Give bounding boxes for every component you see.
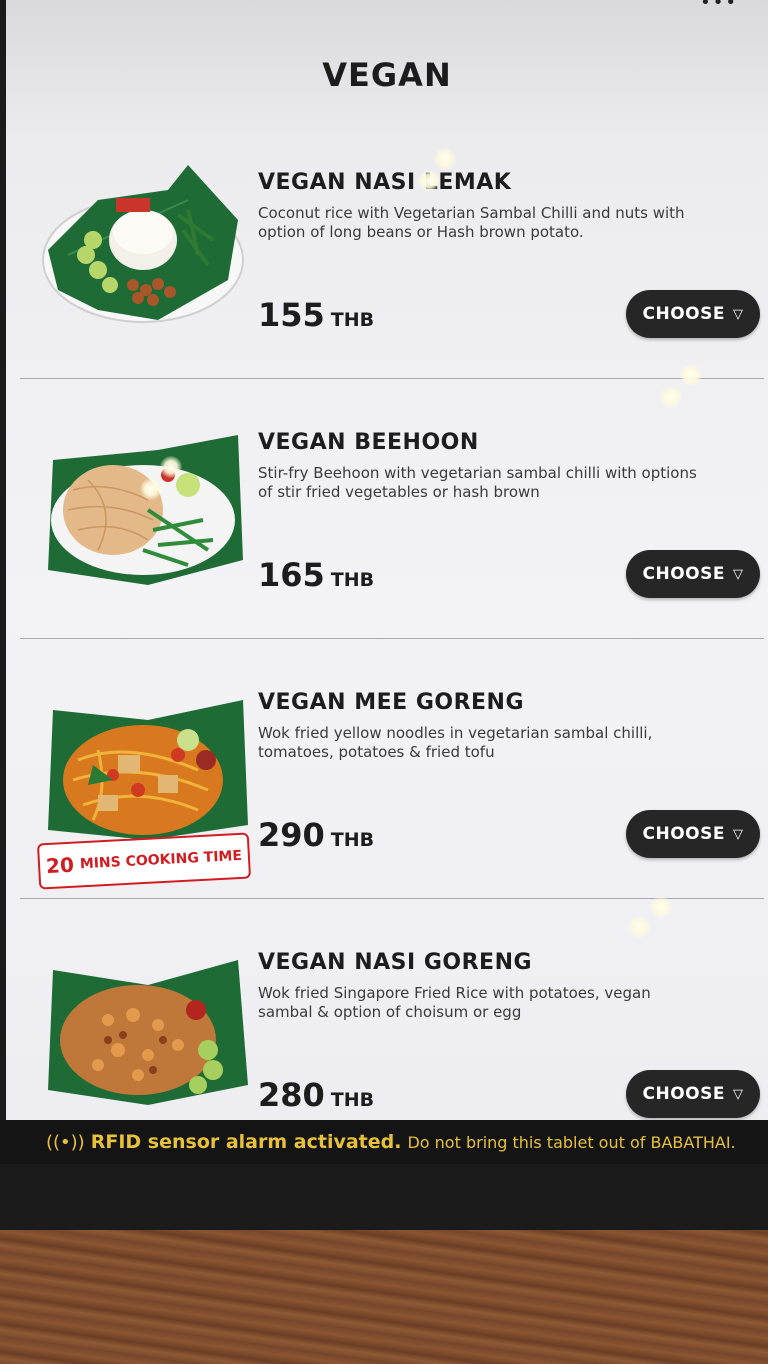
choose-label: CHOOSE bbox=[642, 304, 725, 324]
dish-card-mee-goreng: 20 MINS COOKING TIME VEGAN MEE GORENG Wo… bbox=[20, 640, 764, 898]
chevron-down-icon: ▽ bbox=[732, 826, 744, 842]
cooking-time-badge: 20 MINS COOKING TIME bbox=[36, 832, 252, 890]
badge-text: MINS COOKING TIME bbox=[79, 847, 243, 873]
dish-description: Wok fried Singapore Fried Rice with pota… bbox=[258, 984, 651, 1021]
dish-name: VEGAN NASI LEMAK bbox=[258, 170, 512, 195]
page-title: VEGAN bbox=[322, 56, 452, 94]
light-glare bbox=[434, 148, 456, 170]
tablet-frame: ••• VEGAN VEGAN NASI LEMAK Coconut rice … bbox=[0, 0, 768, 1230]
rfid-signal-icon: ((•)) bbox=[46, 1131, 85, 1153]
dish-name: VEGAN NASI GORENG bbox=[258, 950, 533, 975]
mee-goreng-image bbox=[48, 700, 248, 840]
price-currency: THB bbox=[330, 1089, 375, 1111]
more-icon[interactable]: ••• bbox=[700, 0, 738, 13]
divider bbox=[20, 638, 764, 639]
light-glare bbox=[418, 170, 440, 192]
choose-button-nasi-goreng[interactable]: CHOOSE ▽ bbox=[626, 1070, 760, 1118]
price-currency: THB bbox=[330, 309, 375, 331]
light-glare bbox=[650, 896, 672, 918]
price-amount: 290 bbox=[258, 816, 325, 854]
dish-card-beehoon: VEGAN BEEHOON Stir-fry Beehoon with vege… bbox=[20, 380, 764, 638]
choose-button-nasi-lemak[interactable]: CHOOSE ▽ bbox=[626, 290, 760, 338]
menu-screen: ••• VEGAN VEGAN NASI LEMAK Coconut rice … bbox=[6, 0, 768, 1120]
price-currency: THB bbox=[330, 569, 375, 591]
dish-name: VEGAN BEEHOON bbox=[258, 430, 479, 455]
beehoon-image bbox=[48, 435, 243, 585]
price-amount: 165 bbox=[258, 556, 325, 594]
choose-button-mee-goreng[interactable]: CHOOSE ▽ bbox=[626, 810, 760, 858]
dish-card-nasi-goreng: VEGAN NASI GORENG Wok fried Singapore Fr… bbox=[20, 900, 764, 1120]
light-glare bbox=[140, 478, 162, 500]
nasi-goreng-image bbox=[48, 960, 248, 1105]
dish-description: Stir-fry Beehoon with vegetarian sambal … bbox=[258, 464, 697, 501]
choose-label: CHOOSE bbox=[642, 564, 725, 584]
price-currency: THB bbox=[330, 829, 375, 851]
rfid-warning-bar: ((•)) RFID sensor alarm activated. Do no… bbox=[0, 1120, 768, 1164]
divider bbox=[20, 378, 764, 379]
choose-button-beehoon[interactable]: CHOOSE ▽ bbox=[626, 550, 760, 598]
chevron-down-icon: ▽ bbox=[732, 566, 744, 582]
dish-description: Coconut rice with Vegetarian Sambal Chil… bbox=[258, 204, 685, 241]
price-amount: 280 bbox=[258, 1076, 325, 1114]
dish-price: 165 THB bbox=[258, 556, 374, 594]
nasi-lemak-image bbox=[42, 165, 244, 323]
dish-price: 155 THB bbox=[258, 296, 374, 334]
badge-number: 20 bbox=[45, 852, 75, 879]
light-glare bbox=[160, 456, 182, 478]
dish-card-nasi-lemak: VEGAN NASI LEMAK Coconut rice with Veget… bbox=[20, 120, 764, 378]
light-glare bbox=[660, 386, 682, 408]
wooden-table bbox=[0, 1228, 768, 1364]
dish-price: 290 THB bbox=[258, 816, 374, 854]
chevron-down-icon: ▽ bbox=[732, 306, 744, 322]
dish-description: Wok fried yellow noodles in vegetarian s… bbox=[258, 724, 653, 761]
dish-name: VEGAN MEE GORENG bbox=[258, 690, 525, 715]
choose-label: CHOOSE bbox=[642, 824, 725, 844]
rfid-warning-message: Do not bring this tablet out of BABATHAI… bbox=[407, 1132, 736, 1152]
light-glare bbox=[680, 364, 702, 386]
choose-label: CHOOSE bbox=[642, 1084, 725, 1104]
light-glare bbox=[628, 916, 650, 938]
price-amount: 155 bbox=[258, 296, 325, 334]
rfid-warning-title: RFID sensor alarm activated. bbox=[90, 1131, 402, 1153]
chevron-down-icon: ▽ bbox=[732, 1086, 744, 1102]
dish-price: 280 THB bbox=[258, 1076, 374, 1114]
